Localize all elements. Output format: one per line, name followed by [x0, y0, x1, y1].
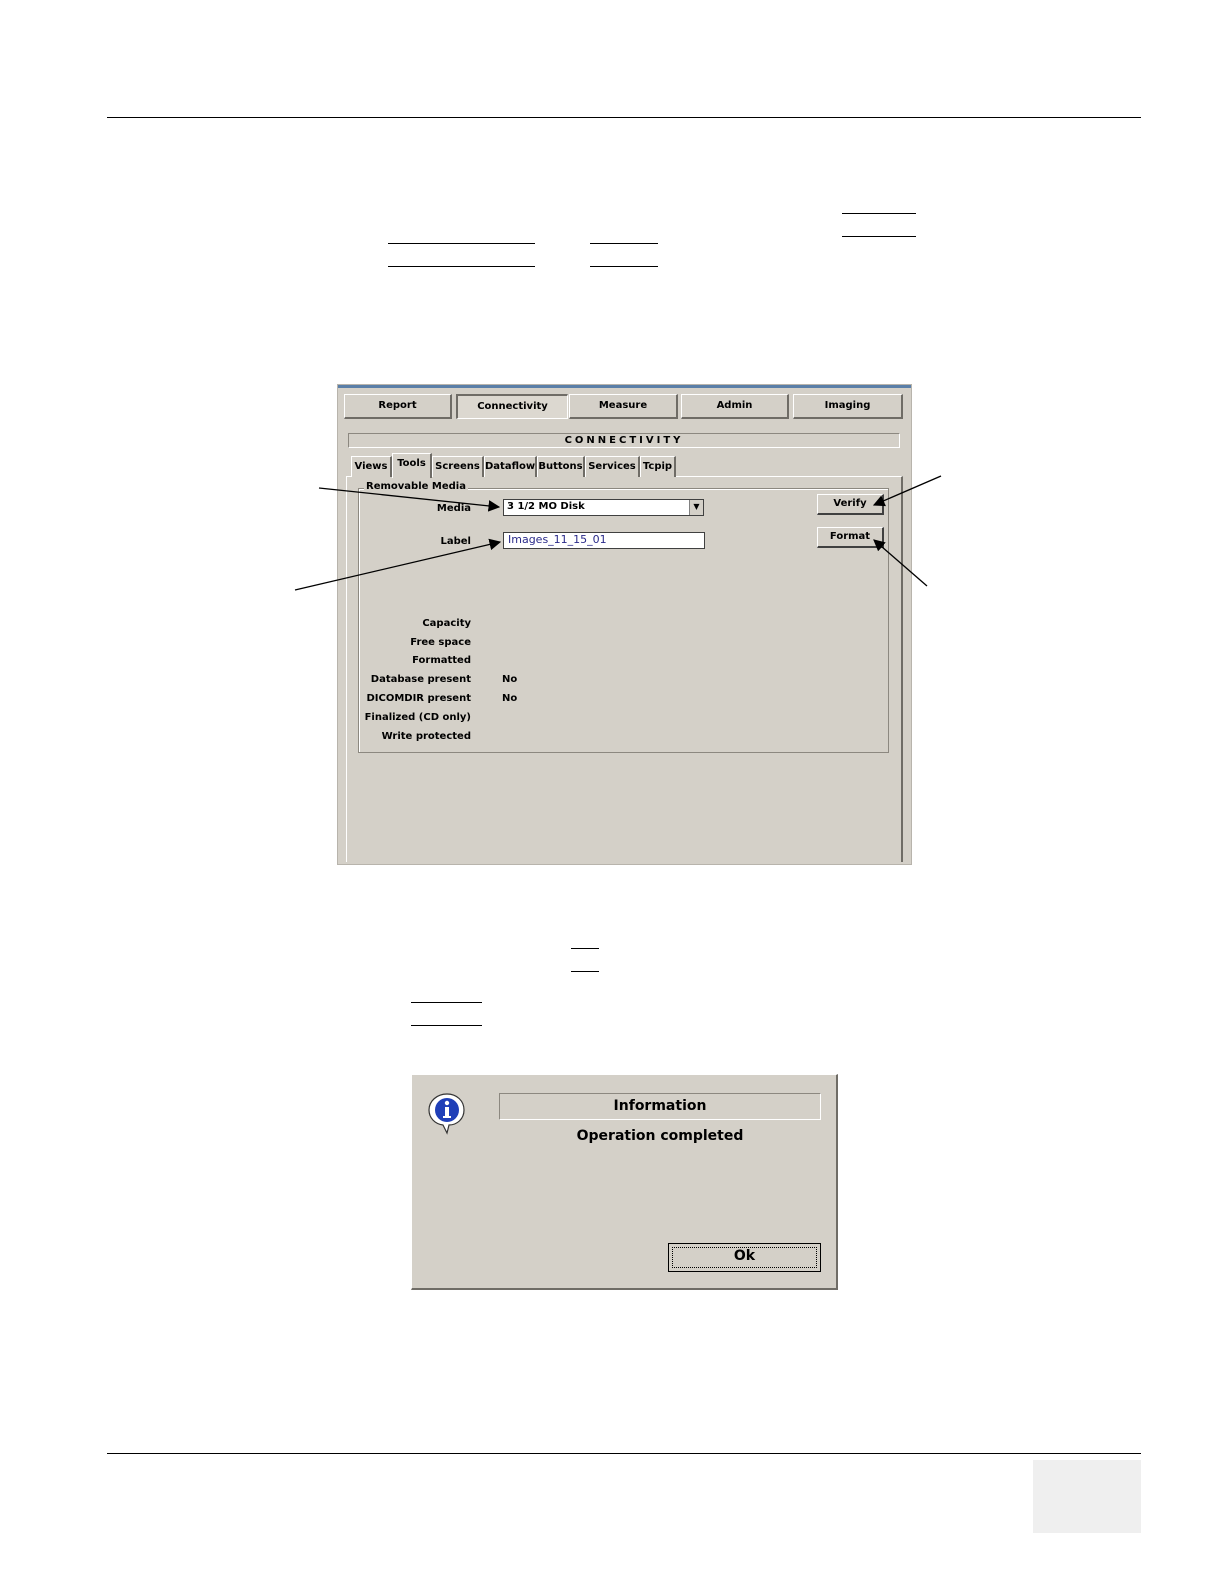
capacity-label: Capacity — [422, 618, 471, 629]
main-tab-imaging[interactable]: Imaging — [793, 394, 903, 419]
main-tab-connectivity[interactable]: Connectivity — [456, 394, 568, 419]
information-dialog: Information Operation completed Ok — [411, 1074, 838, 1290]
media-dropdown-value: 3 1/2 MO Disk — [507, 501, 585, 512]
sub-tab-buttons[interactable]: Buttons — [537, 456, 585, 477]
dialog-message: Operation completed — [576, 1128, 744, 1144]
underline — [388, 266, 535, 267]
verify-button[interactable]: Verify — [817, 494, 884, 515]
formatted-label: Formatted — [412, 655, 471, 666]
database-present-value: No — [502, 674, 518, 685]
write-protected-label: Write protected — [381, 731, 471, 742]
free-space-label: Free space — [410, 637, 471, 648]
page-corner-tab — [1033, 1460, 1141, 1533]
underline — [571, 971, 599, 972]
dialog-title: Information — [499, 1093, 821, 1120]
underline — [411, 1025, 482, 1026]
media-label: Media — [436, 503, 471, 514]
connectivity-window: Report Connectivity Measure Admin Imagin… — [337, 384, 912, 865]
database-present-label: Database present — [370, 674, 471, 685]
underline — [842, 236, 916, 237]
main-tab-measure[interactable]: Measure — [569, 394, 678, 419]
label-field-label: Label — [440, 536, 472, 547]
format-button[interactable]: Format — [817, 527, 884, 548]
dicomdir-present-label: DICOMDIR present — [366, 693, 471, 704]
underline — [411, 1002, 482, 1003]
main-tab-admin[interactable]: Admin — [681, 394, 789, 419]
media-dropdown[interactable]: 3 1/2 MO Disk ▼ — [503, 499, 704, 516]
footer-rule — [107, 1453, 1141, 1454]
sub-tab-tools[interactable]: Tools — [392, 453, 432, 478]
dicomdir-present-value: No — [502, 693, 518, 704]
sub-tab-screens[interactable]: Screens — [432, 456, 484, 477]
focus-ring — [672, 1247, 817, 1268]
underline — [571, 948, 599, 949]
sub-tab-views[interactable]: Views — [351, 456, 392, 477]
main-tab-report[interactable]: Report — [344, 394, 452, 419]
underline — [842, 213, 916, 214]
window-top-edge — [338, 385, 911, 388]
info-icon — [428, 1093, 465, 1135]
label-input[interactable]: Images_11_15_01 — [503, 532, 705, 549]
underline — [590, 266, 658, 267]
sub-tab-tcpip[interactable]: Tcpip — [640, 456, 676, 477]
section-title: CONNECTIVITY — [348, 433, 900, 448]
sub-tab-services[interactable]: Services — [585, 456, 640, 477]
underline — [590, 243, 658, 244]
finalized-label: Finalized (CD only) — [364, 712, 471, 723]
sub-tab-dataflow[interactable]: Dataflow — [484, 456, 537, 477]
underline — [388, 243, 535, 244]
removable-media-legend: Removable Media — [364, 481, 468, 492]
chevron-down-icon[interactable]: ▼ — [689, 500, 703, 515]
header-rule — [107, 117, 1141, 118]
ok-button[interactable]: Ok — [668, 1243, 821, 1272]
